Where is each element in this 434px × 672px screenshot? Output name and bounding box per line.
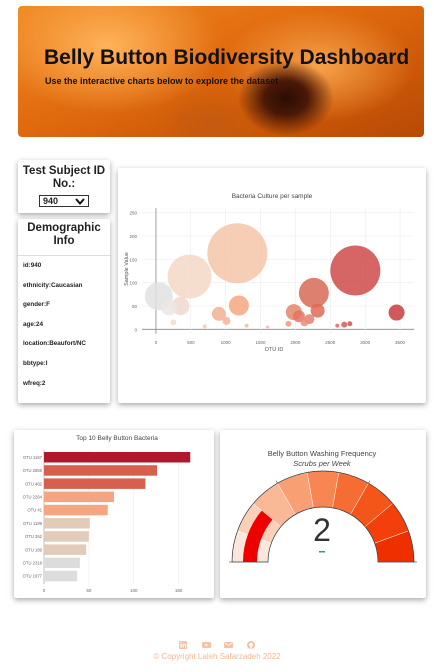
bar-x-tick-label: 100 [130, 588, 138, 593]
bubble-x-tick-label: 2500 [325, 340, 336, 345]
bar-x-tick-label: 150 [175, 588, 183, 593]
subject-id-dropdown[interactable]: 940 [39, 195, 89, 207]
subject-id-value: 940 [43, 196, 59, 206]
bubble-x-tick-label: 2000 [290, 340, 301, 345]
bubble-x-tick-label: 3000 [360, 340, 371, 345]
demographic-wfreq: wfreq:2 [23, 380, 46, 387]
page-subtitle: Use the interactive charts below to expl… [45, 76, 279, 86]
bubble-y-tick-label: 0 [134, 327, 137, 332]
bubble-point[interactable] [298, 277, 329, 308]
bubble-chart-title: Bacteria Culture per sample [232, 193, 313, 200]
bar[interactable] [44, 518, 90, 529]
bubble-y-tick-label: 150 [129, 257, 137, 262]
gauge-subtitle: Scrubs per Week [293, 459, 352, 468]
gauge-delta-indicator [319, 551, 325, 553]
hero-banner: Belly Button Biodiversity Dashboard Use … [18, 6, 424, 137]
bubble-point[interactable] [222, 316, 231, 325]
bubble-point[interactable] [285, 320, 292, 327]
demographic-panel: Demographic Info id:940 ethnicity:Caucas… [18, 219, 110, 403]
bar[interactable] [44, 491, 114, 503]
bubble-point[interactable] [167, 254, 212, 299]
bubble-point[interactable] [266, 325, 270, 329]
bar-category-label: OTU 2318 [23, 560, 43, 565]
gauge-tick [275, 480, 278, 484]
bubble-point[interactable] [228, 295, 249, 316]
bubble-point[interactable] [341, 321, 348, 328]
gauge-value: 2 [313, 512, 331, 548]
bar[interactable] [44, 452, 191, 463]
bar[interactable] [44, 504, 108, 516]
demographic-age: age:24 [23, 321, 43, 328]
demographic-location: location:Beaufort/NC [23, 340, 86, 347]
demographic-divider [18, 255, 110, 256]
bar-category-label: OTU 1977 [23, 574, 43, 579]
gauge-chart[interactable]: Belly Button Washing Frequency Scrubs pe… [220, 430, 426, 598]
bubble-point[interactable] [244, 323, 249, 328]
subject-selector-panel: Test Subject ID No.: 940 [18, 160, 110, 213]
bubble-x-axis-label: OTU ID [265, 347, 284, 353]
bubble-point[interactable] [335, 323, 340, 328]
bubble-point[interactable] [207, 223, 268, 284]
bubble-point[interactable] [347, 321, 353, 327]
bubble-point[interactable] [161, 299, 178, 316]
bubble-y-axis-label: Sample Value [124, 252, 130, 286]
bubble-point[interactable] [300, 318, 309, 327]
bar[interactable] [44, 557, 80, 569]
bar-category-label: OTU 1189 [23, 521, 43, 526]
gauge-title: Belly Button Washing Frequency [268, 449, 377, 458]
gauge-panel: Belly Button Washing Frequency Scrubs pe… [220, 430, 426, 598]
bubble-y-tick-label: 250 [129, 211, 137, 216]
bubble-y-tick-label: 50 [132, 304, 138, 309]
bubble-chart-panel: Bacteria Culture per sample 0 500 1000 1500… [118, 168, 426, 403]
chevron-down-icon [75, 197, 85, 205]
bubble-x-tick-label: 1000 [221, 340, 232, 345]
bar[interactable] [44, 465, 158, 476]
bar-x-tick-label: 50 [86, 588, 92, 593]
demographic-bbtype: bbtype:I [23, 360, 48, 367]
bar-chart[interactable]: Top 10 Belly Button Bacteria OTU 1167 OTU… [14, 430, 214, 598]
bar-chart-panel: Top 10 Belly Button Bacteria OTU 1167 OTU… [14, 430, 214, 598]
bar-category-label: OTU 1167 [23, 455, 43, 460]
bar[interactable] [44, 544, 87, 555]
bar-chart-title: Top 10 Belly Button Bacteria [76, 435, 158, 442]
github-icon[interactable] [246, 636, 255, 649]
bar[interactable] [44, 570, 78, 582]
bubble-y-tick-label: 200 [129, 234, 137, 239]
subject-selector-label: Test Subject ID No.: [22, 165, 106, 190]
bar[interactable] [44, 478, 146, 489]
bubble-point[interactable] [388, 304, 405, 321]
bar[interactable] [44, 531, 89, 542]
bar-category-label: OTU 352 [25, 534, 43, 539]
bar-category-label: OTU 189 [25, 547, 43, 552]
bubble-x-tick-label: 3500 [395, 340, 406, 345]
demographic-gender: gender:F [23, 301, 50, 308]
page-title: Belly Button Biodiversity Dashboard [44, 46, 410, 69]
bubble-x-tick-label: 0 [155, 340, 158, 345]
mail-icon[interactable] [224, 636, 234, 648]
footer-copyright: © Copyright Laleh Safarzadeh 2022 [153, 652, 281, 661]
bubble-point[interactable] [170, 319, 177, 326]
bubble-x-tick-label: 1500 [256, 340, 267, 345]
bar-category-label: OTU 2859 [23, 468, 43, 473]
bubble-x-tick-label: 500 [187, 340, 195, 345]
bar-category-label: OTU 2264 [23, 494, 43, 499]
bubble-chart[interactable]: Bacteria Culture per sample 0 500 1000 1500… [118, 168, 426, 403]
bubble-point[interactable] [330, 245, 381, 296]
bubble-point[interactable] [202, 324, 207, 329]
bar-x-tick-label: 0 [43, 588, 46, 593]
linkedin-icon[interactable] [179, 636, 188, 649]
demographic-id: id:940 [23, 262, 42, 269]
demographic-ethnicity: ethnicity:Caucasian [23, 282, 83, 289]
demographic-title: Demographic Info [27, 222, 101, 247]
gauge-tick [368, 480, 371, 484]
bubble-y-tick-label: 100 [129, 281, 137, 286]
youtube-icon[interactable] [201, 636, 211, 648]
bar-category-label: OTU 482 [25, 481, 43, 486]
bar-category-label: OTU 41 [27, 508, 42, 513]
